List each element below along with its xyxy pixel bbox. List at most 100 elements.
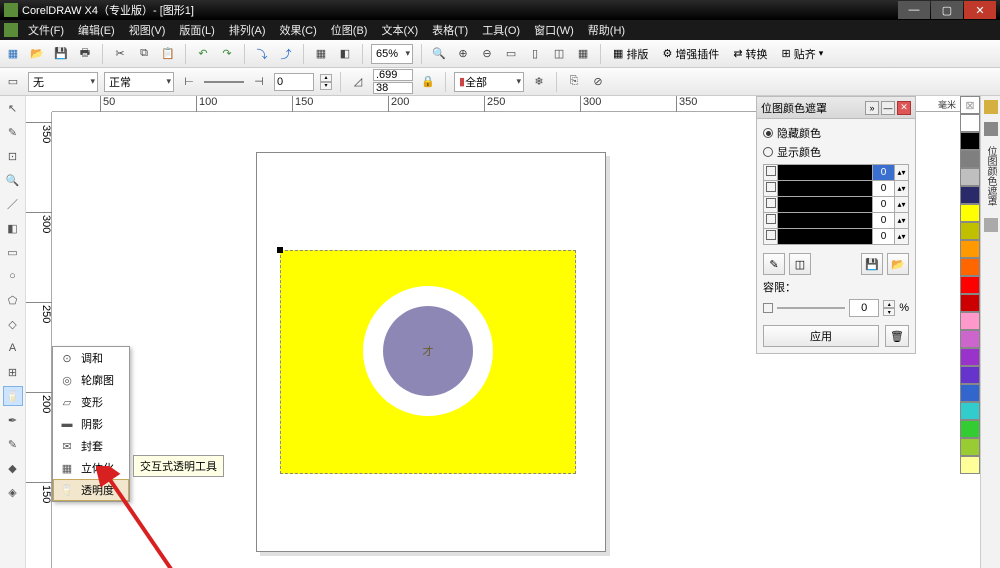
color-swatch[interactable] bbox=[960, 186, 980, 204]
menu-item[interactable]: 帮助(H) bbox=[582, 20, 631, 40]
redo-icon[interactable]: ↷ bbox=[218, 45, 236, 63]
hide-colors-radio[interactable]: 隐藏颜色 bbox=[763, 125, 909, 141]
freehand-tool-icon[interactable]: ／ bbox=[3, 194, 23, 214]
pick-tool-icon[interactable]: ↖ bbox=[3, 98, 23, 118]
menu-item[interactable]: 视图(V) bbox=[123, 20, 172, 40]
ellipse-tool-icon[interactable]: ○ bbox=[3, 266, 23, 286]
mask-value[interactable]: 0 bbox=[873, 213, 895, 229]
apply-to-combo[interactable]: ▮全部 bbox=[454, 72, 524, 92]
app-launcher-icon[interactable]: ▦ bbox=[312, 45, 330, 63]
zoom-combo[interactable]: 65% bbox=[371, 44, 413, 64]
tolerance-slider-track[interactable] bbox=[777, 307, 845, 309]
color-swatch[interactable] bbox=[960, 258, 980, 276]
polygon-tool-icon[interactable]: ⬠ bbox=[3, 290, 23, 310]
color-swatch[interactable] bbox=[960, 222, 980, 240]
color-swatch[interactable] bbox=[960, 132, 980, 150]
mask-color-swatch[interactable] bbox=[778, 213, 873, 229]
maximize-button[interactable]: ▢ bbox=[931, 1, 963, 19]
docker-icon-3[interactable] bbox=[984, 218, 998, 232]
welcome-icon[interactable]: ◧ bbox=[336, 45, 354, 63]
panel-titlebar[interactable]: 位图颜色遮罩 » — ✕ bbox=[757, 97, 915, 119]
zoom-icon[interactable]: 🔍 bbox=[430, 45, 448, 63]
flyout-item[interactable]: ▦立体化 bbox=[53, 457, 129, 479]
color-swatch[interactable] bbox=[960, 168, 980, 186]
paiban-button[interactable]: ▦排版 bbox=[609, 44, 652, 64]
checkbox-icon[interactable] bbox=[766, 198, 776, 208]
checkbox-icon[interactable] bbox=[766, 182, 776, 192]
crop-tool-icon[interactable]: ⊡ bbox=[3, 146, 23, 166]
menu-item[interactable]: 位图(B) bbox=[325, 20, 374, 40]
apply-button[interactable]: 应用 bbox=[763, 325, 879, 347]
angle-input-1[interactable]: .699 bbox=[373, 69, 413, 81]
slider-track[interactable] bbox=[204, 81, 244, 83]
color-swatch[interactable] bbox=[960, 402, 980, 420]
open-icon[interactable]: 📂 bbox=[28, 45, 46, 63]
menu-item[interactable]: 效果(C) bbox=[274, 20, 323, 40]
tieqi-button[interactable]: ⊞贴齐 ▾ bbox=[778, 44, 828, 64]
zhuanhuan-button[interactable]: ⇄转换 bbox=[729, 44, 771, 64]
color-swatch[interactable] bbox=[960, 276, 980, 294]
spin-icon[interactable]: ▴▾ bbox=[897, 184, 905, 193]
fill-tool-icon[interactable]: ◆ bbox=[3, 458, 23, 478]
flyout-item[interactable]: ▬阴影 bbox=[53, 413, 129, 435]
spin-icon[interactable]: ▴▾ bbox=[897, 168, 905, 177]
eyedropper-button[interactable]: ✎ bbox=[763, 253, 785, 275]
menu-item[interactable]: 表格(T) bbox=[426, 20, 474, 40]
import-icon[interactable]: ⤵ bbox=[253, 45, 271, 63]
color-swatch[interactable] bbox=[960, 438, 980, 456]
eyedropper-tool-icon[interactable]: ✒ bbox=[3, 410, 23, 430]
delete-mask-button[interactable]: 🗑 bbox=[885, 325, 909, 347]
table-tool-icon[interactable]: ⊞ bbox=[3, 362, 23, 382]
zoom-out-icon[interactable]: ⊖ bbox=[478, 45, 496, 63]
open-mask-button[interactable]: 📂 bbox=[887, 253, 909, 275]
checkbox-icon[interactable] bbox=[766, 166, 776, 176]
mask-row[interactable]: 0▴▾ bbox=[764, 213, 909, 229]
zoom-selected-icon[interactable]: ◫ bbox=[550, 45, 568, 63]
menu-item[interactable]: 文本(X) bbox=[375, 20, 424, 40]
opacity-spinner[interactable]: ▴▾ bbox=[320, 74, 332, 90]
lock-icon[interactable]: 🔒 bbox=[419, 73, 437, 91]
mask-color-swatch[interactable] bbox=[778, 165, 873, 181]
mode-combo[interactable]: 正常 bbox=[104, 72, 174, 92]
flyout-item[interactable]: 🥛透明度 bbox=[53, 479, 129, 501]
color-swatch[interactable] bbox=[960, 150, 980, 168]
menu-item[interactable]: 工具(O) bbox=[476, 20, 526, 40]
paste-icon[interactable]: 📋 bbox=[159, 45, 177, 63]
interactive-fill-icon[interactable]: ◈ bbox=[3, 482, 23, 502]
docker-icon-2[interactable] bbox=[984, 122, 998, 136]
mask-row[interactable]: 0▴▾ bbox=[764, 165, 909, 181]
zoom-page-icon[interactable]: ▯ bbox=[526, 45, 544, 63]
minimize-button[interactable]: — bbox=[898, 1, 930, 19]
flyout-item[interactable]: ✉封套 bbox=[53, 435, 129, 457]
color-swatch[interactable] bbox=[960, 384, 980, 402]
export-icon[interactable]: ⤴ bbox=[277, 45, 295, 63]
copy-icon[interactable]: ⧉ bbox=[135, 45, 153, 63]
mask-value[interactable]: 0 bbox=[873, 229, 895, 245]
tolerance-spinner[interactable]: ▴▾ bbox=[883, 300, 895, 316]
menu-item[interactable]: 窗口(W) bbox=[528, 20, 580, 40]
menu-item[interactable]: 编辑(E) bbox=[72, 20, 121, 40]
panel-expand-icon[interactable]: » bbox=[865, 101, 879, 115]
text-tool-icon[interactable]: A bbox=[3, 338, 23, 358]
color-swatch[interactable] bbox=[960, 456, 980, 474]
print-icon[interactable]: 🖶 bbox=[76, 45, 94, 63]
mask-color-swatch[interactable] bbox=[778, 181, 873, 197]
no-fill-swatch[interactable]: ⊠ bbox=[960, 96, 980, 114]
color-swatch[interactable] bbox=[960, 420, 980, 438]
checkbox-icon[interactable] bbox=[766, 214, 776, 224]
mask-row[interactable]: 0▴▾ bbox=[764, 197, 909, 213]
close-button[interactable]: ✕ bbox=[964, 1, 996, 19]
color-swatch[interactable] bbox=[960, 294, 980, 312]
purple-circle[interactable]: 才 bbox=[383, 306, 473, 396]
interactive-tool-icon[interactable]: 🥛 bbox=[3, 386, 23, 406]
color-swatch[interactable] bbox=[960, 114, 980, 132]
tolerance-input[interactable]: 0 bbox=[849, 299, 879, 317]
color-swatch[interactable] bbox=[960, 366, 980, 384]
panel-minimize-icon[interactable]: — bbox=[881, 101, 895, 115]
zoom-in-icon[interactable]: ⊕ bbox=[454, 45, 472, 63]
clear-icon[interactable]: ⊘ bbox=[589, 73, 607, 91]
flyout-item[interactable]: ◎轮廓图 bbox=[53, 369, 129, 391]
new-icon[interactable]: ▦ bbox=[4, 45, 22, 63]
undo-icon[interactable]: ↶ bbox=[194, 45, 212, 63]
color-swatch[interactable] bbox=[960, 204, 980, 222]
